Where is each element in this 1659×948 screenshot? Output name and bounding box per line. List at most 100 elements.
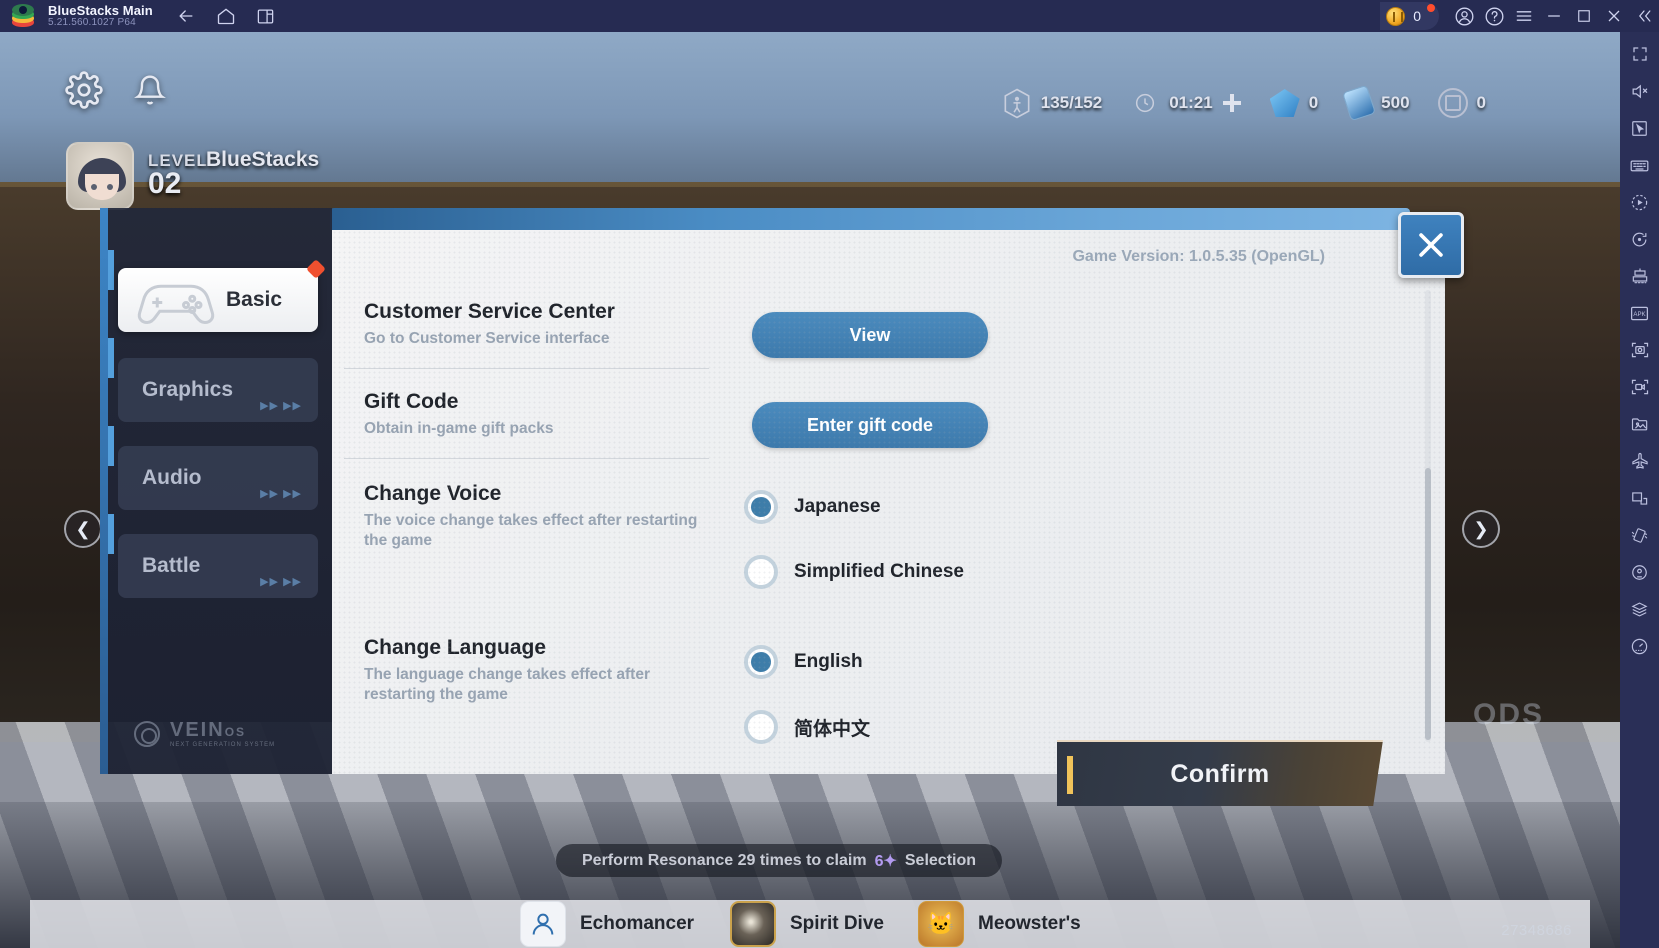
veinos-mark-icon: [134, 720, 160, 747]
resource-potion[interactable]: 500: [1332, 84, 1423, 122]
next-arrow-icon[interactable]: ❯: [1462, 510, 1500, 548]
server-id-text: 27348686: [1501, 922, 1572, 939]
scene-watermark: ODS: [1472, 698, 1544, 731]
titlebar-right: 0: [1380, 0, 1659, 32]
player-card[interactable]: LEVEL 02 BlueStacks: [66, 140, 386, 212]
screenshot-icon[interactable]: [1628, 338, 1652, 362]
account-icon[interactable]: [1449, 0, 1479, 32]
tab-stripe: [108, 338, 114, 378]
setting-title: Change Language: [364, 636, 547, 659]
nav-item-meowster[interactable]: 🐱 Meowster's: [918, 901, 1081, 947]
notifications-bell-icon[interactable]: [130, 70, 170, 110]
resource-gem[interactable]: 0: [1256, 89, 1332, 117]
view-button[interactable]: View: [752, 312, 988, 358]
radio-language-simplified-chinese-native[interactable]: 简体中文: [744, 710, 870, 744]
multi-instance-manager-icon[interactable]: [1628, 264, 1652, 288]
confirm-button[interactable]: Confirm: [1057, 740, 1383, 806]
multi-instance-icon[interactable]: [255, 5, 277, 27]
shake-icon[interactable]: [1628, 523, 1652, 547]
settings-scrollbar[interactable]: [1425, 290, 1431, 742]
layers-icon[interactable]: [1628, 597, 1652, 621]
prev-arrow-icon[interactable]: ❮: [64, 510, 102, 548]
nav-label-echomancer: Echomancer: [580, 913, 695, 934]
media-manager-icon[interactable]: [1628, 412, 1652, 436]
keymapping-icon[interactable]: [1628, 153, 1652, 177]
nav-label-spirit-dive: Spirit Dive: [790, 913, 884, 934]
row-divider: [344, 368, 709, 369]
spirit-dive-icon: [730, 901, 776, 947]
veinos-name: VEIN: [170, 719, 225, 741]
radio-indicator: [744, 645, 778, 679]
radio-label: English: [794, 651, 863, 672]
bluestacks-sidebar: APK: [1620, 32, 1659, 948]
chevron-decor-icon: ▶▶ ▶▶: [260, 488, 302, 500]
row-divider: [344, 458, 709, 459]
sidebar-label-audio: Audio: [142, 466, 202, 489]
settings-gear-icon[interactable]: [64, 70, 104, 110]
veinos-logo: VEINOS NEXT GENERATION SYSTEM: [134, 719, 275, 748]
coin-balance[interactable]: 0: [1380, 2, 1439, 30]
bluestacks-logo-icon: [12, 4, 36, 28]
radio-voice-japanese[interactable]: Japanese: [744, 490, 881, 524]
install-apk-icon[interactable]: APK: [1628, 301, 1652, 325]
token-icon: [1437, 88, 1468, 118]
help-icon[interactable]: [1479, 0, 1509, 32]
sidebar-label-graphics: Graphics: [142, 378, 234, 401]
pip-icon[interactable]: [1628, 486, 1652, 510]
collapse-icon[interactable]: [1629, 0, 1659, 32]
menu-icon[interactable]: [1509, 0, 1539, 32]
radio-voice-simplified-chinese[interactable]: Simplified Chinese: [744, 555, 964, 589]
fullscreen-icon[interactable]: [1628, 42, 1652, 66]
cursor-icon[interactable]: [1628, 116, 1652, 140]
player-level-block: LEVEL 02: [148, 151, 208, 201]
mute-icon[interactable]: [1628, 79, 1652, 103]
close-icon[interactable]: [1599, 0, 1629, 32]
setting-desc: Obtain in-game gift packs: [364, 420, 554, 437]
avatar: [66, 142, 134, 210]
sidebar-item-graphics[interactable]: Graphics ▶▶ ▶▶: [118, 358, 318, 422]
performance-icon[interactable]: [1628, 634, 1652, 658]
settings-scrollbar-thumb[interactable]: [1425, 468, 1431, 740]
window-version: 5.21.560.1027 P64: [48, 16, 136, 28]
dialog-tab-rail: Basic Graphics ▶▶ ▶▶ Audio ▶▶ ▶▶ Battle …: [100, 208, 332, 774]
sync-icon[interactable]: [1628, 227, 1652, 251]
add-icon[interactable]: [1222, 93, 1242, 113]
back-icon[interactable]: [175, 5, 197, 27]
resource-stamina[interactable]: 135/152: [988, 87, 1116, 120]
coin-value: 0: [1413, 8, 1421, 24]
location-icon[interactable]: [1628, 560, 1652, 584]
macro-icon[interactable]: [1628, 190, 1652, 214]
window-title-block: BlueStacks Main 5.21.560.1027 P64: [48, 4, 153, 28]
minimize-icon[interactable]: [1539, 0, 1569, 32]
quest-banner[interactable]: Perform Resonance 29 times to claim 6✦ S…: [556, 844, 1003, 877]
veinos-tagline: NEXT GENERATION SYSTEM: [170, 742, 276, 748]
quest-text: Perform Resonance 29 times to claim: [582, 851, 867, 869]
nav-item-echomancer[interactable]: Echomancer: [520, 901, 694, 947]
resource-bar: 135/152 01:21 0 500 0: [988, 84, 1500, 122]
setting-row-change-language: Change Language The language change take…: [364, 636, 1404, 705]
nav-item-spirit-dive[interactable]: Spirit Dive: [730, 901, 884, 947]
svg-text:APK: APK: [1633, 311, 1645, 318]
sidebar-item-audio[interactable]: Audio ▶▶ ▶▶: [118, 446, 318, 510]
record-icon[interactable]: [1628, 375, 1652, 399]
sidebar-item-basic[interactable]: Basic: [118, 259, 326, 332]
sidebar-item-battle[interactable]: Battle ▶▶ ▶▶: [118, 534, 318, 598]
confirm-label: Confirm: [1170, 759, 1270, 788]
resource-token[interactable]: 0: [1424, 88, 1500, 118]
setting-desc: The voice change takes effect after rest…: [364, 512, 698, 549]
home-icon[interactable]: [215, 5, 237, 27]
tab-stripe: [108, 514, 114, 554]
enter-gift-code-button[interactable]: Enter gift code: [752, 402, 988, 448]
chevron-decor-icon: ▶▶ ▶▶: [260, 576, 302, 588]
radio-indicator: [744, 490, 778, 524]
airplane-mode-icon[interactable]: [1628, 449, 1652, 473]
radio-label: 简体中文: [794, 718, 871, 740]
close-dialog-icon[interactable]: [1398, 212, 1464, 278]
settings-list: Customer Service Center Go to Customer S…: [332, 278, 1445, 774]
radio-language-english[interactable]: English: [744, 645, 863, 679]
meowster-icon: 🐱: [918, 901, 964, 947]
maximize-icon[interactable]: [1569, 0, 1599, 32]
settings-dialog: Basic Graphics ▶▶ ▶▶ Audio ▶▶ ▶▶ Battle …: [100, 208, 1464, 774]
resource-timer: 01:21: [1116, 87, 1255, 120]
gem-icon: [1269, 89, 1300, 117]
